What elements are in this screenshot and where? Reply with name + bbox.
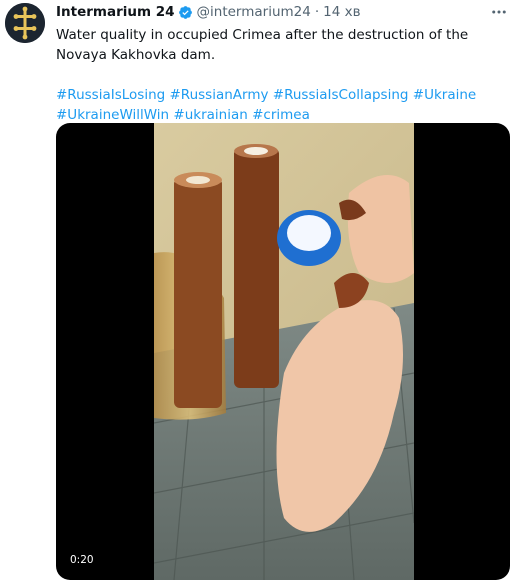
hashtag-link[interactable]: #RussiaIsCollapsing bbox=[273, 87, 409, 103]
verified-badge-icon bbox=[178, 5, 193, 20]
tweet-time[interactable]: 14 хв bbox=[323, 4, 360, 20]
double-cross-emblem-icon bbox=[5, 3, 45, 43]
video-frame bbox=[154, 123, 414, 580]
hashtag-link[interactable]: #RussianArmy bbox=[170, 87, 269, 103]
video-player[interactable]: 0:20 bbox=[56, 123, 510, 580]
hashtag-link[interactable]: #ukrainian bbox=[173, 107, 247, 123]
tweet-body: Water quality in occupied Crimea after t… bbox=[56, 27, 469, 63]
hashtags-line-1: #RussiaIsLosing #RussianArmy #RussiaIsCo… bbox=[56, 85, 501, 105]
tweet-text: Water quality in occupied Crimea after t… bbox=[56, 25, 501, 125]
more-horizontal-icon bbox=[492, 10, 506, 14]
more-options-button[interactable] bbox=[488, 3, 510, 21]
handle[interactable]: @intermarium24 bbox=[197, 4, 311, 20]
avatar[interactable] bbox=[5, 3, 45, 43]
separator-dot: · bbox=[314, 4, 320, 20]
hashtag-link[interactable]: #Ukraine bbox=[413, 87, 476, 103]
display-name[interactable]: Intermarium 24 bbox=[56, 4, 175, 20]
hashtag-link[interactable]: #RussiaIsLosing bbox=[56, 87, 165, 103]
hashtag-link[interactable]: #UkraineWillWin bbox=[56, 107, 169, 123]
video-timestamp: 0:20 bbox=[64, 552, 100, 568]
tweet: Intermarium 24 @intermarium24 · 14 хв Wa… bbox=[0, 0, 520, 584]
tweet-header: Intermarium 24 @intermarium24 · 14 хв bbox=[56, 3, 496, 21]
hashtag-link[interactable]: #crimea bbox=[252, 107, 310, 123]
hashtags-line-2: #UkraineWillWin #ukrainian #crimea bbox=[56, 105, 501, 125]
